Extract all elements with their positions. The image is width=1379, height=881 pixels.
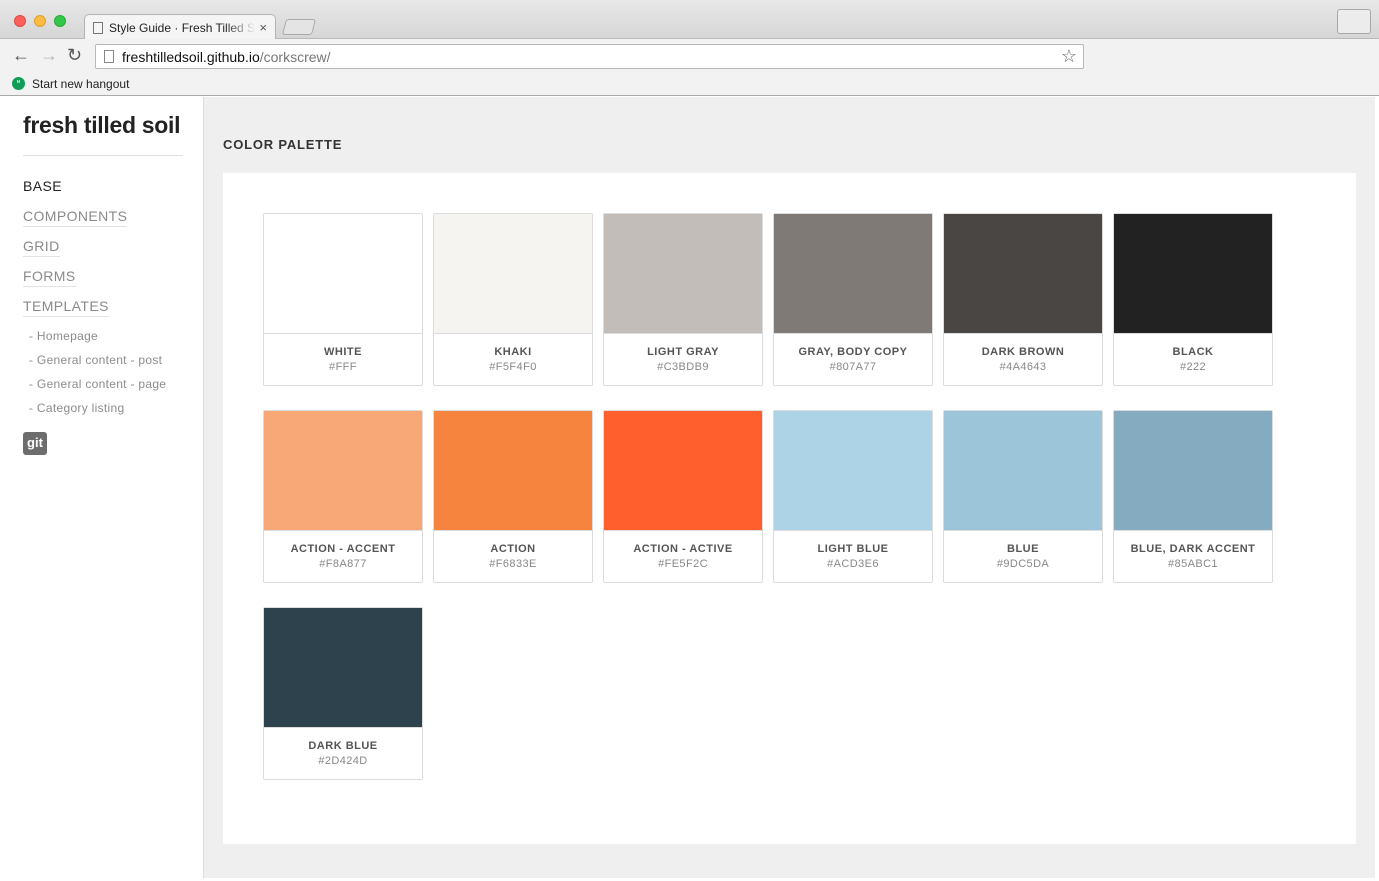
tab-title: Style Guide · Fresh Tilled Soil (109, 20, 256, 35)
window-maximize-button[interactable] (54, 15, 66, 27)
swatch-name: GRAY, BODY COPY (798, 346, 908, 358)
swatch-name: ACTION - ACTIVE (633, 543, 733, 555)
swatch-name: BLUE (1007, 543, 1039, 555)
tab-close-icon[interactable]: × (259, 20, 267, 35)
color-swatch: DARK BLUE #2D424D (263, 607, 423, 780)
color-swatch: KHAKI #F5F4F0 (433, 213, 593, 386)
swatch-color-chip (944, 411, 1102, 531)
swatch-name: WHITE (324, 346, 362, 358)
swatch-hex: #85ABC1 (1168, 558, 1218, 570)
window-minimize-button[interactable] (34, 15, 46, 27)
nav-item-grid[interactable]: GRID (23, 237, 127, 267)
swatch-color-chip (434, 214, 592, 334)
sidebar: fresh tilled soil BASE COMPONENTS GRID F… (3, 97, 204, 878)
nav-item-base[interactable]: BASE (23, 177, 127, 207)
url-path: /corkscrew/ (259, 48, 331, 65)
swatch-color-chip (264, 608, 422, 728)
reload-icon[interactable]: ↻ (67, 45, 82, 65)
nav-item-forms[interactable]: FORMS (23, 267, 127, 297)
swatch-hex: #4A4643 (999, 361, 1047, 373)
bookmark-start-hangout[interactable]: Start new hangout (32, 77, 129, 91)
site-logo[interactable]: fresh tilled soil (23, 112, 181, 139)
subnav-item-content-post[interactable]: - General content - post (29, 352, 166, 376)
swatch-hex: #FE5F2C (658, 558, 708, 570)
browser-toolbar: ← → ↻ freshtilledsoil.github.io/corkscre… (0, 39, 1379, 72)
color-swatch: GRAY, BODY COPY #807A77 (773, 213, 933, 386)
swatch-name: BLUE, DARK ACCENT (1130, 543, 1256, 555)
swatch-hex: #807A77 (829, 361, 877, 373)
subnav-item-homepage[interactable]: - Homepage (29, 328, 166, 352)
swatch-color-chip (944, 214, 1102, 334)
document-icon (93, 21, 103, 34)
subnav-item-content-page[interactable]: - General content - page (29, 376, 166, 400)
nav-item-components[interactable]: COMPONENTS (23, 207, 128, 237)
swatch-name: ACTION (490, 543, 536, 555)
swatch-hex: #FFF (329, 361, 357, 373)
forward-arrow-icon[interactable]: → (40, 45, 58, 65)
swatch-color-chip (774, 411, 932, 531)
back-arrow-icon[interactable]: ← (12, 45, 30, 65)
color-swatch: LIGHT BLUE #ACD3E6 (773, 410, 933, 583)
main-content: COLOR PALETTE WHITE #FFF KHAKI #F5F4F0 LIGHT… (204, 97, 1375, 878)
color-swatch: BLUE #9DC5DA (943, 410, 1103, 583)
nav-item-templates[interactable]: TEMPLATES (23, 297, 127, 327)
swatch-name: LIGHT BLUE (817, 543, 889, 555)
swatch-hex: #F8A877 (319, 558, 367, 570)
swatch-name: LIGHT GRAY (647, 346, 719, 358)
color-swatch: BLACK #222 (1113, 213, 1273, 386)
swatch-name: ACTION - ACCENT (290, 543, 396, 555)
swatch-name: BLACK (1172, 346, 1214, 358)
new-tab-button[interactable] (281, 19, 317, 35)
templates-subnav: - Homepage - General content - post - Ge… (29, 328, 166, 424)
page-content: fresh tilled soil BASE COMPONENTS GRID F… (3, 97, 1375, 878)
browser-tab[interactable]: Style Guide · Fresh Tilled Soil × (84, 14, 276, 40)
swatch-color-chip (434, 411, 592, 531)
color-swatch: ACTION #F6833E (433, 410, 593, 583)
swatch-color-chip (604, 214, 762, 334)
color-swatch: BLUE, DARK ACCENT #85ABC1 (1113, 410, 1273, 583)
divider (23, 155, 183, 156)
browser-window: Style Guide · Fresh Tilled Soil × ← → ↻ … (0, 0, 1379, 881)
hangout-icon: “ (12, 77, 25, 90)
profile-button[interactable] (1337, 9, 1371, 34)
color-swatch: DARK BROWN #4A4643 (943, 213, 1103, 386)
tab-bar: Style Guide · Fresh Tilled Soil × (0, 0, 1379, 40)
color-swatch: LIGHT GRAY #C3BDB9 (603, 213, 763, 386)
swatch-hex: #ACD3E6 (827, 558, 879, 570)
swatch-name: DARK BROWN (981, 346, 1065, 358)
swatch-hex: #222 (1179, 361, 1207, 373)
color-swatch: WHITE #FFF (263, 213, 423, 386)
address-bar[interactable]: freshtilledsoil.github.io/corkscrew/ ☆ (95, 44, 1084, 69)
bookmarks-bar: “ Start new hangout (0, 72, 1379, 96)
sidebar-nav: BASE COMPONENTS GRID FORMS TEMPLATES (23, 177, 128, 327)
color-swatch: ACTION - ACTIVE #FE5F2C (603, 410, 763, 583)
window-close-button[interactable] (14, 15, 26, 27)
section-title: COLOR PALETTE (223, 137, 343, 152)
page-icon (104, 50, 114, 63)
swatch-color-chip (264, 214, 422, 334)
color-palette-panel: WHITE #FFF KHAKI #F5F4F0 LIGHT GRAY #C3BDB9 GR… (223, 173, 1356, 844)
subnav-item-category-listing[interactable]: - Category listing (29, 400, 166, 424)
swatch-name: KHAKI (494, 346, 532, 358)
color-swatch: ACTION - ACCENT #F8A877 (263, 410, 423, 583)
swatch-color-chip (604, 411, 762, 531)
swatch-name: DARK BLUE (308, 740, 378, 752)
swatch-color-chip (1114, 214, 1272, 334)
swatch-color-chip (774, 214, 932, 334)
swatch-hex: #2D424D (318, 755, 368, 767)
swatch-hex: #F6833E (489, 558, 537, 570)
swatch-hex: #C3BDB9 (657, 361, 709, 373)
swatch-color-chip (264, 411, 422, 531)
swatch-hex: #9DC5DA (996, 558, 1050, 570)
swatch-color-chip (1114, 411, 1272, 531)
git-icon[interactable]: git (23, 432, 47, 455)
url-host: freshtilledsoil.github.io (122, 48, 260, 65)
swatch-hex: #F5F4F0 (489, 361, 537, 373)
bookmark-star-icon[interactable]: ☆ (1061, 46, 1077, 67)
